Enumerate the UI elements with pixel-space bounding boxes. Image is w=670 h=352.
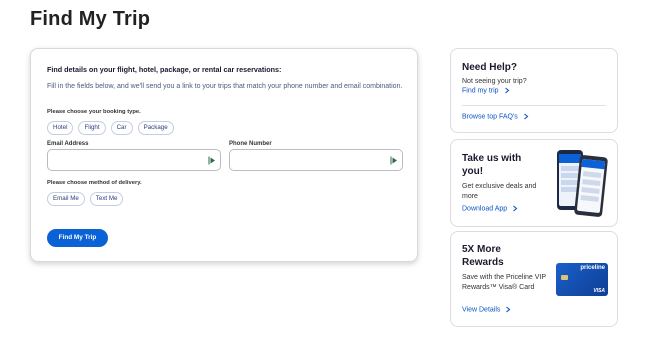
page-title: Find My Trip bbox=[30, 8, 151, 30]
booking-type-label: Please choose your booking type. bbox=[47, 109, 141, 115]
delivery-method-label: Please choose method of delivery. bbox=[47, 180, 142, 186]
booking-type-package[interactable]: Package bbox=[137, 121, 174, 135]
app-text: Get exclusive deals and more bbox=[462, 183, 537, 200]
chevron-right-icon bbox=[506, 306, 511, 313]
need-help-card: Need Help? Not seeing your trip? Find my… bbox=[450, 48, 618, 133]
delivery-method-options: Email Me Text Me bbox=[47, 192, 124, 206]
card-chip bbox=[561, 275, 568, 280]
booking-type-flight[interactable]: Flight bbox=[78, 121, 106, 135]
rewards-text: Save with the Priceline VIP Rewards™ Vis… bbox=[462, 274, 546, 291]
app-download-card: Take us with you! Get exclusive deals an… bbox=[450, 139, 618, 227]
app-title: Take us with you! bbox=[462, 153, 522, 177]
find-my-trip-link-label: Find my trip bbox=[462, 87, 499, 95]
phone-field[interactable] bbox=[229, 149, 403, 171]
find-my-trip-link[interactable]: Find my trip bbox=[462, 87, 510, 94]
card-brand: priceline bbox=[580, 265, 605, 271]
booking-type-car[interactable]: Car bbox=[110, 121, 133, 135]
browse-faqs-link[interactable]: Browse top FAQ's bbox=[462, 113, 529, 120]
chevron-right-icon bbox=[504, 87, 509, 94]
find-my-trip-button[interactable]: Find My Trip bbox=[47, 229, 108, 247]
need-help-title: Need Help? bbox=[462, 62, 518, 73]
form-intro: Fill in the fields below, and we'll send… bbox=[47, 83, 403, 90]
delivery-email-me[interactable]: Email Me bbox=[47, 192, 85, 206]
phone-label: Phone Number bbox=[229, 141, 272, 147]
download-app-link[interactable]: Download App bbox=[462, 205, 518, 212]
autofill-arrow-icon[interactable] bbox=[390, 156, 398, 165]
credit-card-image: priceline VISA bbox=[556, 263, 608, 296]
form-heading: Find details on your flight, hotel, pack… bbox=[47, 65, 282, 74]
autofill-arrow-icon[interactable] bbox=[208, 156, 216, 165]
chevron-right-icon bbox=[513, 205, 518, 212]
download-app-link-label: Download App bbox=[462, 205, 508, 213]
need-help-text: Not seeing your trip? bbox=[462, 78, 527, 85]
divider bbox=[462, 105, 606, 106]
email-field[interactable] bbox=[47, 149, 221, 171]
card-network: VISA bbox=[593, 288, 605, 294]
chevron-right-icon bbox=[523, 113, 529, 120]
phones-image bbox=[557, 150, 608, 217]
view-details-link[interactable]: View Details bbox=[462, 306, 511, 313]
rewards-title: 5X More Rewards bbox=[462, 244, 504, 268]
find-trip-form: Find details on your flight, hotel, pack… bbox=[30, 48, 418, 262]
browse-faqs-link-label: Browse top FAQ's bbox=[462, 113, 518, 121]
booking-type-hotel[interactable]: Hotel bbox=[47, 121, 74, 135]
booking-type-options: Hotel Flight Car Package bbox=[47, 121, 174, 135]
email-label: Email Address bbox=[47, 141, 89, 147]
delivery-text-me[interactable]: Text Me bbox=[89, 192, 124, 206]
view-details-link-label: View Details bbox=[462, 306, 501, 314]
rewards-card: 5X More Rewards Save with the Priceline … bbox=[450, 231, 618, 327]
